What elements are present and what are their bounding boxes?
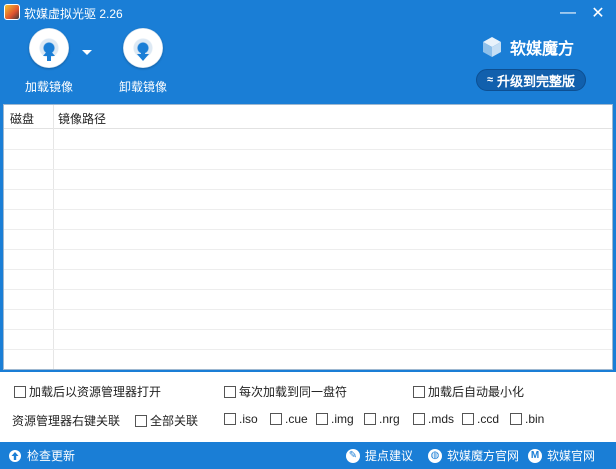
window-title: 软媒虚拟光驱 2.26 xyxy=(24,7,123,21)
brand-name: 软媒魔方 xyxy=(510,41,575,58)
ext-img-label: .img xyxy=(331,412,354,426)
associate-all-checkbox[interactable]: 全部关联 xyxy=(135,412,198,429)
image-list-table[interactable]: 磁盘 镜像路径 xyxy=(3,104,613,370)
upgrade-button[interactable]: ≈ 升级到完整版 xyxy=(476,69,586,91)
toolbar: 加载镜像 卸载镜像 软媒魔方 ≈ 升级到完整版 xyxy=(0,26,616,104)
chevrons-up-icon: ≈ xyxy=(486,74,494,86)
ext-iso-label: .iso xyxy=(239,412,258,426)
ruanmei-site-label: 软媒官网 xyxy=(547,449,596,463)
feedback-link[interactable]: ✎ 提点建议 xyxy=(346,447,413,464)
feedback-label: 提点建议 xyxy=(365,449,414,463)
table-header: 磁盘 镜像路径 xyxy=(4,105,612,129)
brand[interactable]: 软媒魔方 xyxy=(480,34,590,60)
auto-minimize-label: 加载后自动最小化 xyxy=(428,385,525,399)
mofang-site-link[interactable]: ◍ 软媒魔方官网 xyxy=(428,447,519,464)
status-bar: 检查更新 ✎ 提点建议 ◍ 软媒魔方官网 M 软媒官网 xyxy=(0,442,616,469)
app-window: 软媒虚拟光驱 2.26 — ✕ 加载镜像 卸载镜像 软媒魔方 ≈ 升级到完整版 … xyxy=(0,0,616,469)
refresh-icon xyxy=(9,449,21,462)
minimize-button[interactable]: — xyxy=(555,2,581,24)
load-dropdown-caret-icon[interactable] xyxy=(82,50,92,55)
ext-mds-label: .mds xyxy=(428,412,455,426)
check-update-label: 检查更新 xyxy=(27,449,76,463)
arrow-up-icon xyxy=(43,49,55,61)
table-row xyxy=(4,269,612,270)
ext-ccd-checkbox[interactable]: .ccd xyxy=(462,412,499,426)
table-row xyxy=(4,249,612,250)
checkbox-box[interactable] xyxy=(135,414,147,427)
checkbox-box[interactable] xyxy=(462,413,474,425)
associate-all-label: 全部关联 xyxy=(150,414,199,428)
unload-image-button[interactable]: 卸载镜像 xyxy=(108,26,178,100)
table-row xyxy=(4,149,612,150)
check-update-link[interactable]: 检查更新 xyxy=(8,447,75,464)
app-icon xyxy=(4,4,20,20)
table-row xyxy=(4,329,612,330)
mofang-site-label: 软媒魔方官网 xyxy=(447,449,520,463)
checkbox-box[interactable] xyxy=(413,413,425,425)
context-menu-assoc-label: 资源管理器右键关联 xyxy=(12,414,121,428)
close-button[interactable]: ✕ xyxy=(585,2,611,24)
ext-mds-checkbox[interactable]: .mds xyxy=(413,412,454,426)
checkbox-box[interactable] xyxy=(224,385,236,398)
mofang-cube-icon xyxy=(483,37,501,57)
upgrade-label: 升级到完整版 xyxy=(497,73,576,89)
table-row xyxy=(4,349,612,350)
table-row xyxy=(4,289,612,290)
ext-ccd-label: .ccd xyxy=(477,412,500,426)
ext-img-checkbox[interactable]: .img xyxy=(316,412,354,426)
feather-icon: ✎ xyxy=(346,448,360,463)
title-bar[interactable]: 软媒虚拟光驱 2.26 — ✕ xyxy=(0,0,616,26)
table-row xyxy=(4,169,612,170)
ruanmei-site-link[interactable]: M 软媒官网 xyxy=(528,447,595,464)
m-logo-icon: M xyxy=(528,448,542,463)
checkbox-box[interactable] xyxy=(316,413,328,425)
ext-nrg-checkbox[interactable]: .nrg xyxy=(364,412,400,426)
auto-minimize-checkbox[interactable]: 加载后自动最小化 xyxy=(413,383,524,400)
ext-cue-label: .cue xyxy=(285,412,308,426)
ext-nrg-label: .nrg xyxy=(379,412,400,426)
checkbox-box[interactable] xyxy=(510,413,522,425)
load-image-button[interactable]: 加载镜像 xyxy=(14,26,84,100)
unload-image-label: 卸载镜像 xyxy=(118,80,167,94)
checkbox-box[interactable] xyxy=(270,413,282,425)
table-row xyxy=(4,189,612,190)
arrow-down-icon xyxy=(137,49,149,61)
ext-cue-checkbox[interactable]: .cue xyxy=(270,412,308,426)
column-header-path[interactable]: 镜像路径 xyxy=(58,110,106,127)
column-divider xyxy=(53,105,54,369)
table-row xyxy=(4,309,612,310)
open-explorer-label: 加载后以资源管理器打开 xyxy=(29,385,162,399)
checkbox-box[interactable] xyxy=(14,385,26,398)
ext-bin-checkbox[interactable]: .bin xyxy=(510,412,544,426)
open-explorer-checkbox[interactable]: 加载后以资源管理器打开 xyxy=(14,383,161,400)
same-drive-checkbox[interactable]: 每次加载到同一盘符 xyxy=(224,383,347,400)
table-row xyxy=(4,229,612,230)
ext-iso-checkbox[interactable]: .iso xyxy=(224,412,258,426)
globe-icon: ◍ xyxy=(428,448,442,463)
options-panel: 加载后以资源管理器打开 每次加载到同一盘符 加载后自动最小化 资源管理器右键关联… xyxy=(0,372,616,442)
checkbox-box[interactable] xyxy=(364,413,376,425)
checkbox-box[interactable] xyxy=(224,413,236,425)
same-drive-label: 每次加载到同一盘符 xyxy=(239,385,348,399)
checkbox-box[interactable] xyxy=(413,385,425,398)
load-image-label: 加载镜像 xyxy=(24,80,73,94)
table-row xyxy=(4,209,612,210)
column-header-disk[interactable]: 磁盘 xyxy=(10,110,34,127)
ext-bin-label: .bin xyxy=(525,412,545,426)
